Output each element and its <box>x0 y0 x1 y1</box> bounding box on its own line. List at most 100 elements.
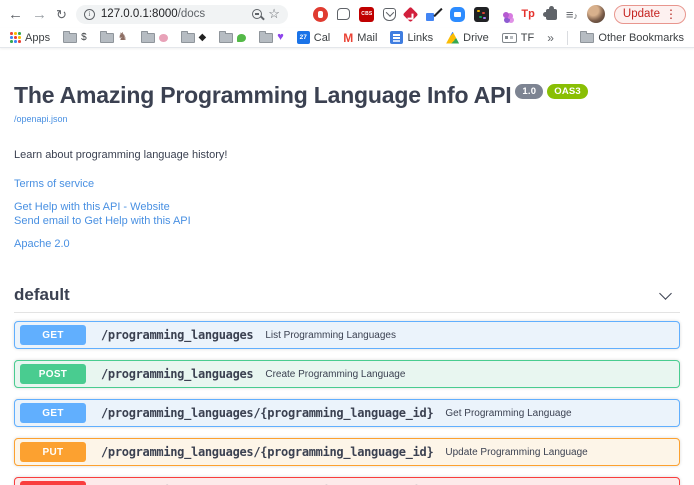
method-badge[interactable]: DELETE <box>20 481 86 485</box>
endpoint-path: /programming_languages/{programming_lang… <box>101 406 433 420</box>
bookmark-mail[interactable]: Mail <box>343 31 377 45</box>
help-website-link[interactable]: Get Help with this API - Website <box>14 200 680 214</box>
endpoint-row-list[interactable]: GET /programming_languages List Programm… <box>14 321 680 349</box>
confetti-extension-icon[interactable] <box>474 7 489 22</box>
mail-label: Mail <box>357 32 377 44</box>
bookmark-folder-purple-heart[interactable] <box>259 32 284 43</box>
hand-blocker-extension-icon[interactable] <box>313 7 328 22</box>
endpoint-path: /programming_languages/{programming_lang… <box>101 445 433 459</box>
section-divider <box>14 312 680 313</box>
bookmark-folder-dollar[interactable]: $ <box>63 33 87 43</box>
license-link[interactable]: Apache 2.0 <box>14 237 680 251</box>
links-label: Links <box>407 32 433 44</box>
page-title: The Amazing Programming Language Info AP… <box>14 82 680 109</box>
endpoint-summary: Update Programming Language <box>445 447 587 458</box>
graduation-cap-emoji-icon <box>199 33 207 43</box>
browser-menu-kebab-icon[interactable] <box>665 7 677 21</box>
method-badge[interactable]: PUT <box>20 442 86 462</box>
browser-window: 127.0.0.1:8000/docs CBS Tp Update <box>0 0 694 485</box>
folder-icon <box>259 33 273 43</box>
back-icon[interactable] <box>8 7 23 22</box>
extensions-area: CBS Tp <box>313 6 578 22</box>
endpoint-row-create[interactable]: POST /programming_languages Create Progr… <box>14 360 680 388</box>
profile-avatar[interactable] <box>587 5 605 23</box>
bookmark-folder-horse[interactable] <box>100 32 128 43</box>
bookmark-drive[interactable]: Drive <box>446 32 489 44</box>
endpoint-summary: Get Programming Language <box>445 408 571 419</box>
gmail-icon <box>343 31 353 45</box>
folder-icon <box>63 33 77 43</box>
apps-label: Apps <box>25 32 50 44</box>
oas3-badge: OAS3 <box>547 84 588 99</box>
section-title: default <box>14 285 70 305</box>
zoom-out-icon[interactable] <box>252 9 262 19</box>
endpoint-summary: List Programming Languages <box>265 330 396 341</box>
browser-toolbar: 127.0.0.1:8000/docs CBS Tp Update <box>0 0 694 28</box>
bookmark-apps[interactable]: Apps <box>10 32 50 44</box>
section-header-default[interactable]: default <box>14 285 680 305</box>
bookmark-tf[interactable]: TF <box>502 32 534 44</box>
address-bar[interactable]: 127.0.0.1:8000/docs <box>76 5 288 24</box>
tf-label: TF <box>521 32 534 44</box>
bookmark-folder-green[interactable] <box>219 33 246 43</box>
method-badge[interactable]: GET <box>20 403 86 423</box>
folder-icon <box>219 33 233 43</box>
folder-icon <box>100 33 114 43</box>
green-animal-emoji-icon <box>237 34 246 42</box>
url-path: /docs <box>178 8 206 20</box>
tampermonkey-extension-icon[interactable]: Tp <box>521 8 534 20</box>
other-bookmarks[interactable]: Other Bookmarks <box>580 32 684 44</box>
calendar-icon: 27 <box>297 31 310 44</box>
endpoint-row-update[interactable]: PUT /programming_languages/{programming_… <box>14 438 680 466</box>
chat-bubble-extension-icon[interactable] <box>337 8 350 20</box>
horse-emoji-icon <box>118 32 128 43</box>
site-info-icon[interactable] <box>84 9 95 20</box>
reload-icon[interactable] <box>56 7 67 22</box>
endpoint-row-delete[interactable]: DELETE /programming_languages/{programmi… <box>14 477 680 485</box>
pocket-extension-icon[interactable] <box>383 8 396 21</box>
endpoint-summary: Create Programming Language <box>265 369 405 380</box>
api-description: Learn about programming language history… <box>14 149 680 161</box>
api-info-block: The Amazing Programming Language Info AP… <box>0 48 694 251</box>
playlist-extension-icon[interactable] <box>566 7 578 22</box>
cbs-extension-icon[interactable]: CBS <box>359 7 374 22</box>
update-label: Update <box>623 8 660 20</box>
endpoint-row-get-one[interactable]: GET /programming_languages/{programming_… <box>14 399 680 427</box>
help-email-link[interactable]: Send email to Get Help with this API <box>14 214 680 228</box>
diamond-arrow-extension-icon[interactable] <box>403 6 419 22</box>
chevron-down-icon[interactable] <box>659 287 672 300</box>
endpoint-path: /programming_languages <box>101 328 253 342</box>
update-button[interactable]: Update <box>614 5 686 24</box>
folder-icon <box>141 33 155 43</box>
bookmarks-bar: Apps $ 27 Cal <box>0 28 694 48</box>
bookmark-links[interactable]: Links <box>390 31 433 44</box>
bookmarks-overflow-chevron[interactable] <box>547 31 554 45</box>
flower-extension-icon[interactable] <box>498 7 512 21</box>
purple-heart-emoji-icon <box>277 32 284 43</box>
forward-icon[interactable] <box>32 7 47 22</box>
terms-of-service-link[interactable]: Terms of service <box>14 177 680 191</box>
bookmark-folder-graduation[interactable] <box>181 33 207 43</box>
color-picker-extension-icon[interactable] <box>425 6 441 22</box>
bookmark-star-icon[interactable] <box>268 5 280 23</box>
puzzle-extension-icon[interactable] <box>546 9 557 20</box>
url-host: 127.0.0.1:8000 <box>101 8 178 20</box>
folder-icon <box>181 33 195 43</box>
brain-emoji-icon <box>159 34 168 42</box>
method-badge[interactable]: POST <box>20 364 86 384</box>
cal-label: Cal <box>314 32 331 44</box>
version-badge: 1.0 <box>515 84 543 99</box>
endpoint-path: /programming_languages <box>101 367 253 381</box>
folder-icon <box>580 33 594 43</box>
zoom-meeting-extension-icon[interactable] <box>450 7 465 22</box>
swagger-page: The Amazing Programming Language Info AP… <box>0 48 694 485</box>
bookmark-calendar[interactable]: 27 Cal <box>297 31 331 44</box>
api-title-text: The Amazing Programming Language Info AP… <box>14 82 511 108</box>
dollar-marker: $ <box>81 33 87 43</box>
method-badge[interactable]: GET <box>20 325 86 345</box>
apps-grid-icon <box>10 32 21 43</box>
tf-card-icon <box>502 33 517 43</box>
openapi-spec-link[interactable]: /openapi.json <box>14 114 68 124</box>
bookmark-folder-brain[interactable] <box>141 33 168 43</box>
url-text[interactable]: 127.0.0.1:8000/docs <box>101 8 205 20</box>
